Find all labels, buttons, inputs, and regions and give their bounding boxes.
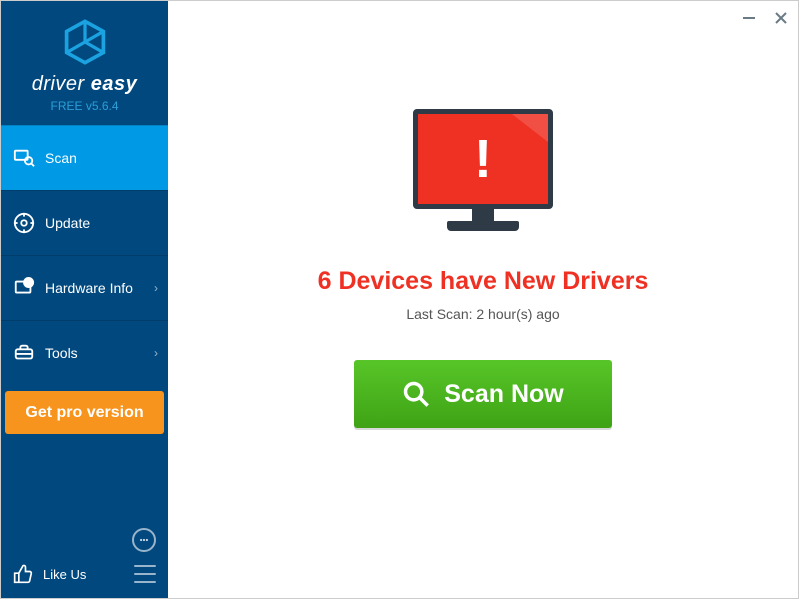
- nav-label-scan: Scan: [45, 150, 77, 166]
- headline-text: 6 Devices have New Drivers: [168, 267, 798, 296]
- last-scan-text: Last Scan: 2 hour(s) ago: [168, 306, 798, 322]
- feedback-icon[interactable]: [132, 528, 156, 552]
- scan-icon: [13, 147, 35, 169]
- scan-now-label: Scan Now: [444, 380, 563, 409]
- like-us-label[interactable]: Like Us: [43, 567, 86, 582]
- close-button[interactable]: [772, 9, 790, 27]
- sidebar-bottom-icons: [1, 522, 168, 558]
- logo-area: driver easy FREE v5.6.4: [1, 1, 168, 125]
- sidebar: driver easy FREE v5.6.4 Scan: [1, 1, 168, 598]
- chevron-right-icon: ›: [154, 281, 158, 295]
- logo-icon: [62, 19, 108, 65]
- app-window: driver easy FREE v5.6.4 Scan: [0, 0, 799, 599]
- nav-label-update: Update: [45, 215, 90, 231]
- svg-text:i: i: [28, 278, 30, 287]
- hardware-info-icon: i: [13, 277, 35, 299]
- get-pro-button[interactable]: Get pro version: [5, 391, 164, 434]
- sidebar-spacer: [1, 440, 168, 522]
- tools-icon: [13, 342, 35, 364]
- menu-icon[interactable]: [134, 565, 156, 583]
- nav-item-hardware-info[interactable]: i Hardware Info ›: [1, 255, 168, 320]
- brand-text: driver easy: [1, 73, 168, 96]
- window-controls: [740, 9, 790, 27]
- like-us-row: Like Us: [1, 558, 168, 598]
- thumb-up-icon[interactable]: [13, 564, 33, 584]
- exclamation-icon: !: [474, 128, 492, 190]
- content-area: ! 6 Devices have New Drivers Last Scan: …: [168, 1, 798, 428]
- chevron-right-icon: ›: [154, 346, 158, 360]
- brand-word-2: easy: [91, 73, 138, 95]
- nav-item-scan[interactable]: Scan: [1, 125, 168, 190]
- version-label: FREE v5.6.4: [1, 99, 168, 113]
- nav-list: Scan Update: [1, 125, 168, 385]
- nav-item-update[interactable]: Update: [1, 190, 168, 255]
- nav-label-tools: Tools: [45, 345, 78, 361]
- get-pro-label: Get pro version: [25, 404, 143, 422]
- scan-now-button[interactable]: Scan Now: [354, 360, 612, 428]
- main-panel: ! 6 Devices have New Drivers Last Scan: …: [168, 1, 798, 598]
- brand-word-1: driver: [32, 73, 85, 95]
- update-icon: [13, 212, 35, 234]
- monitor-alert-icon: !: [411, 109, 556, 239]
- minimize-button[interactable]: [740, 9, 758, 27]
- search-icon: [402, 380, 430, 408]
- nav-label-hardware-info: Hardware Info: [45, 280, 133, 296]
- nav-item-tools[interactable]: Tools ›: [1, 320, 168, 385]
